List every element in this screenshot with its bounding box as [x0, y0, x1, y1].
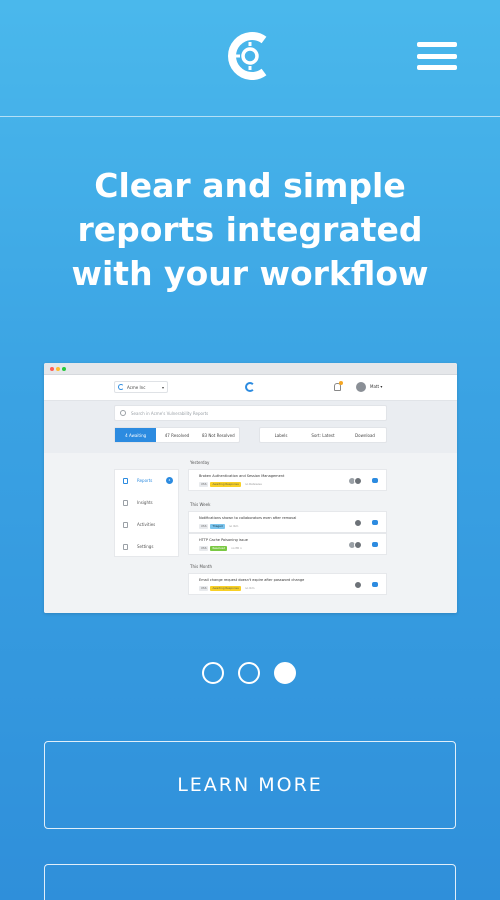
report-title: HTTP Cache Poisoning issue — [199, 538, 248, 542]
hero-headline: Clear and simple reports integrated with… — [71, 166, 429, 293]
status-tag: Awaiting Response — [210, 482, 241, 487]
maximize-dot-icon — [62, 367, 66, 371]
hamburger-menu-icon[interactable] — [417, 42, 457, 70]
brand-c-logo-icon[interactable] — [226, 30, 272, 82]
assignee-tag: no Ratewise — [244, 482, 262, 486]
sidebar-item-reports: Reports 4 — [115, 470, 178, 492]
filter-awaiting: 4 Awaiting — [115, 428, 157, 442]
settings-icon — [123, 544, 128, 550]
report-row: Email change request doesn't expire afte… — [188, 573, 387, 595]
report-tag: XSS — [199, 524, 209, 529]
avatar — [354, 519, 362, 527]
status-tag: Awaiting Response — [210, 586, 241, 591]
carousel-dot-3[interactable] — [274, 662, 296, 684]
assignee-tag: no Ibm — [244, 586, 255, 590]
sidebar-item-activities: Activities — [115, 514, 178, 536]
avatar — [354, 581, 362, 589]
assignee-tag: no Ibm — [228, 524, 239, 528]
report-search: Search in Acme's Vulnerability Reports — [114, 405, 387, 421]
section-yesterday: Yesterday — [190, 460, 210, 465]
org-switcher: Acme Inc ▾ — [114, 381, 168, 393]
product-screenshot: Acme Inc ▾ Matt ▾ Search in Acme's Vulne… — [44, 363, 457, 613]
comment-icon — [372, 542, 378, 547]
status-tag: Resolved — [210, 546, 228, 551]
secondary-button[interactable] — [44, 864, 456, 900]
learn-more-button[interactable]: LEARN MORE — [44, 741, 456, 829]
avatar — [354, 477, 362, 485]
report-tag: XSS — [199, 586, 209, 591]
chevron-down-icon: ▾ — [161, 385, 164, 390]
sort-dropdown: Sort: Latest — [311, 433, 335, 438]
download-button: Download — [355, 433, 375, 438]
status-tag: Triaged — [210, 524, 225, 529]
filter-not-resolved: 83 Not Resolved — [201, 433, 235, 438]
section-this-month: This Month — [190, 564, 212, 569]
insights-icon — [123, 500, 128, 506]
reports-icon — [123, 478, 128, 484]
search-icon — [120, 410, 126, 416]
section-this-week: This Week — [190, 502, 211, 507]
labels-dropdown: Labels — [274, 433, 288, 438]
report-title: Broken Authentication and Session Manage… — [199, 474, 285, 478]
app-header: Acme Inc ▾ Matt ▾ — [44, 375, 457, 401]
close-dot-icon — [50, 367, 54, 371]
sidebar-item-settings: Settings — [115, 536, 178, 558]
report-title: Notifications shown to collaborators eve… — [199, 516, 297, 520]
minimize-dot-icon — [56, 367, 60, 371]
sort-controls: Labels Sort: Latest Download — [259, 427, 387, 443]
report-row: Notifications shown to collaborators eve… — [188, 511, 387, 533]
avatar — [354, 541, 362, 549]
org-name: Acme Inc — [127, 385, 146, 390]
comment-icon — [372, 478, 378, 483]
bell-icon — [334, 381, 343, 391]
app-body: Reports 4 Insights Activities Settings Ye… — [44, 453, 457, 613]
report-row: HTTP Cache Poisoning issue XSS Resolved … — [188, 533, 387, 555]
comment-icon — [372, 582, 378, 587]
carousel-dot-2[interactable] — [238, 662, 260, 684]
assignee-tag: no PR n — [231, 546, 242, 550]
app-sidebar: Reports 4 Insights Activities Settings — [114, 469, 179, 557]
report-tag: XSS — [199, 482, 209, 487]
carousel-dot-1[interactable] — [202, 662, 224, 684]
report-title: Email change request doesn't expire afte… — [199, 578, 305, 582]
filter-resolved: 47 Resolved — [164, 433, 190, 438]
browser-chrome — [44, 363, 457, 375]
app-logo-icon — [245, 382, 255, 392]
top-bar — [0, 0, 500, 117]
reports-badge: 4 — [166, 477, 173, 484]
activities-icon — [123, 522, 128, 528]
user-avatar — [356, 382, 366, 392]
sidebar-item-insights: Insights — [115, 492, 178, 514]
carousel-indicators — [202, 662, 296, 684]
comment-icon — [372, 520, 378, 525]
user-name: Matt ▾ — [370, 384, 383, 389]
org-logo-icon — [118, 384, 124, 390]
report-row: Broken Authentication and Session Manage… — [188, 469, 387, 491]
status-filters: 4 Awaiting 47 Resolved 83 Not Resolved — [114, 427, 240, 443]
report-tag: XSS — [199, 546, 209, 551]
